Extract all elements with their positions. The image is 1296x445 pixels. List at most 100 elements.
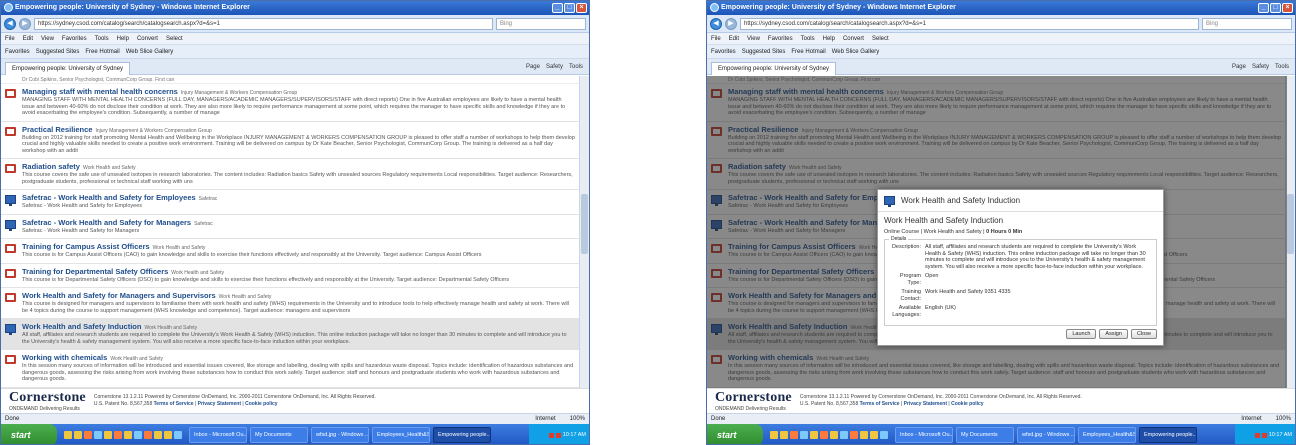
close-button[interactable]: × <box>1282 3 1293 13</box>
start-button[interactable]: start <box>1 424 57 444</box>
forward-button[interactable]: ▶ <box>725 17 737 30</box>
quick-launch-icon[interactable] <box>810 431 818 439</box>
search-input[interactable]: Bing <box>1202 17 1292 30</box>
course-title[interactable]: Practical Resilience <box>22 125 92 134</box>
course-row[interactable]: Managing staff with mental health concer… <box>1 84 579 122</box>
close-modal-button[interactable]: Close <box>1130 329 1157 339</box>
menu-file[interactable]: File <box>711 33 721 44</box>
taskbar-browser[interactable]: Empowering people... <box>1139 427 1197 443</box>
scrollbar-thumb[interactable] <box>1287 194 1294 254</box>
course-title[interactable]: Working with chemicals <box>22 353 107 362</box>
menu-help[interactable]: Help <box>823 33 835 44</box>
course-title[interactable]: Work Health and Safety for Managers and … <box>22 291 216 300</box>
taskbar-browser[interactable]: Empowering people... <box>433 427 491 443</box>
window-titlebar[interactable]: Empowering people: University of Sydney … <box>707 1 1295 15</box>
quick-launch-icon[interactable] <box>134 431 142 439</box>
quick-launch-icon[interactable] <box>870 431 878 439</box>
minimize-button[interactable]: _ <box>1258 3 1269 13</box>
page-menu[interactable]: Page <box>1232 64 1246 70</box>
tools-menu[interactable]: Tools <box>1275 64 1289 70</box>
terms-link[interactable]: Terms of Service <box>860 401 900 407</box>
menu-tools[interactable]: Tools <box>801 33 815 44</box>
course-title[interactable]: Work Health and Safety Induction <box>22 322 141 331</box>
select-button[interactable]: Select <box>166 33 183 44</box>
page-menu[interactable]: Page <box>526 64 540 70</box>
quick-launch-icon[interactable] <box>84 431 92 439</box>
menu-favorites[interactable]: Favorites <box>62 33 87 44</box>
favorites-button[interactable]: Favorites <box>5 45 30 58</box>
scrollbar-thumb[interactable] <box>581 194 588 254</box>
course-title[interactable]: Safetrac - Work Health and Safety for Em… <box>22 193 196 202</box>
taskbar-outlook[interactable]: Inbox - Microsoft Ou... <box>895 427 953 443</box>
scrollbar[interactable] <box>579 76 589 388</box>
favorites-button[interactable]: Favorites <box>711 45 736 58</box>
course-row[interactable]: Working with chemicalsWork Health and Sa… <box>1 350 579 388</box>
back-button[interactable]: ◀ <box>4 17 16 30</box>
zoom-level[interactable]: 100% <box>570 414 585 424</box>
taskbar-my-documents[interactable]: My Documents <box>250 427 308 443</box>
quick-launch-icon[interactable] <box>840 431 848 439</box>
quick-launch-icon[interactable] <box>164 431 172 439</box>
course-row[interactable]: Work Health and Safety for Managers and … <box>1 288 579 319</box>
course-title[interactable]: Radiation safety <box>22 162 80 171</box>
tab-empowering-people[interactable]: Empowering people: University of Sydney <box>711 61 837 75</box>
menu-favorites[interactable]: Favorites <box>768 33 793 44</box>
quick-launch-icon[interactable] <box>144 431 152 439</box>
back-button[interactable]: ◀ <box>710 17 722 30</box>
course-row[interactable]: Safetrac - Work Health and Safety for Em… <box>1 190 579 215</box>
terms-link[interactable]: Terms of Service <box>154 401 194 407</box>
menu-tools[interactable]: Tools <box>95 33 109 44</box>
menu-view[interactable]: View <box>41 33 54 44</box>
menu-edit[interactable]: Edit <box>729 33 739 44</box>
taskbar-my-documents[interactable]: My Documents <box>956 427 1014 443</box>
quick-launch-icon[interactable] <box>114 431 122 439</box>
menu-view[interactable]: View <box>747 33 760 44</box>
quick-launch-icon[interactable] <box>124 431 132 439</box>
quick-launch-icon[interactable] <box>860 431 868 439</box>
assign-button[interactable]: Assign <box>1099 329 1128 339</box>
maximize-button[interactable]: □ <box>1270 3 1281 13</box>
fav-suggested-sites[interactable]: Suggested Sites <box>36 45 80 58</box>
quick-launch-icon[interactable] <box>174 431 182 439</box>
close-button[interactable]: × <box>576 3 587 13</box>
window-titlebar[interactable]: Empowering people: University of Sydney … <box>1 1 589 15</box>
taskbar-image-viewer[interactable]: wfsd.jpg - Windows ... <box>311 427 369 443</box>
quick-launch-icon[interactable] <box>880 431 888 439</box>
fav-free-hotmail[interactable]: Free Hotmail <box>85 45 119 58</box>
privacy-link[interactable]: Privacy Statement <box>198 401 241 407</box>
minimize-button[interactable]: _ <box>552 3 563 13</box>
convert-button[interactable]: Convert <box>137 33 158 44</box>
quick-launch-icon[interactable] <box>790 431 798 439</box>
tools-menu[interactable]: Tools <box>569 64 583 70</box>
cookie-link[interactable]: Cookie policy <box>245 401 278 407</box>
privacy-link[interactable]: Privacy Statement <box>904 401 947 407</box>
course-title[interactable]: Managing staff with mental health concer… <box>22 87 178 96</box>
menu-edit[interactable]: Edit <box>23 33 33 44</box>
safety-menu[interactable]: Safety <box>1252 64 1269 70</box>
course-row[interactable]: Training for Campus Assist OfficersWork … <box>1 239 579 264</box>
course-row[interactable]: Work Health and Safety InductionWork Hea… <box>1 319 579 350</box>
search-input[interactable]: Bing <box>496 17 586 30</box>
quick-launch-icon[interactable] <box>830 431 838 439</box>
tray-icon[interactable] <box>1254 432 1260 438</box>
quick-launch-icon[interactable] <box>780 431 788 439</box>
quick-launch-icon[interactable] <box>850 431 858 439</box>
quick-launch-icon[interactable] <box>94 431 102 439</box>
select-button[interactable]: Select <box>872 33 889 44</box>
taskbar-document[interactable]: Employees_Health&S... <box>1078 427 1136 443</box>
taskbar-outlook[interactable]: Inbox - Microsoft Ou... <box>189 427 247 443</box>
course-title[interactable]: Safetrac - Work Health and Safety for Ma… <box>22 218 191 227</box>
url-field[interactable]: https://sydney.csod.com/catalog/search/c… <box>740 17 1199 30</box>
taskbar-document[interactable]: Employees_Health&S... <box>372 427 430 443</box>
launch-button[interactable]: Launch <box>1066 329 1097 339</box>
fav-suggested-sites[interactable]: Suggested Sites <box>742 45 786 58</box>
quick-launch-icon[interactable] <box>104 431 112 439</box>
quick-launch-icon[interactable] <box>154 431 162 439</box>
course-title[interactable]: Training for Departmental Safety Officer… <box>22 267 168 276</box>
tab-empowering-people[interactable]: Empowering people: University of Sydney <box>5 61 131 75</box>
quick-launch-icon[interactable] <box>64 431 72 439</box>
zoom-level[interactable]: 100% <box>1276 414 1291 424</box>
fav-web-slice-gallery[interactable]: Web Slice Gallery <box>832 45 880 58</box>
start-button[interactable]: start <box>707 424 763 444</box>
maximize-button[interactable]: □ <box>564 3 575 13</box>
